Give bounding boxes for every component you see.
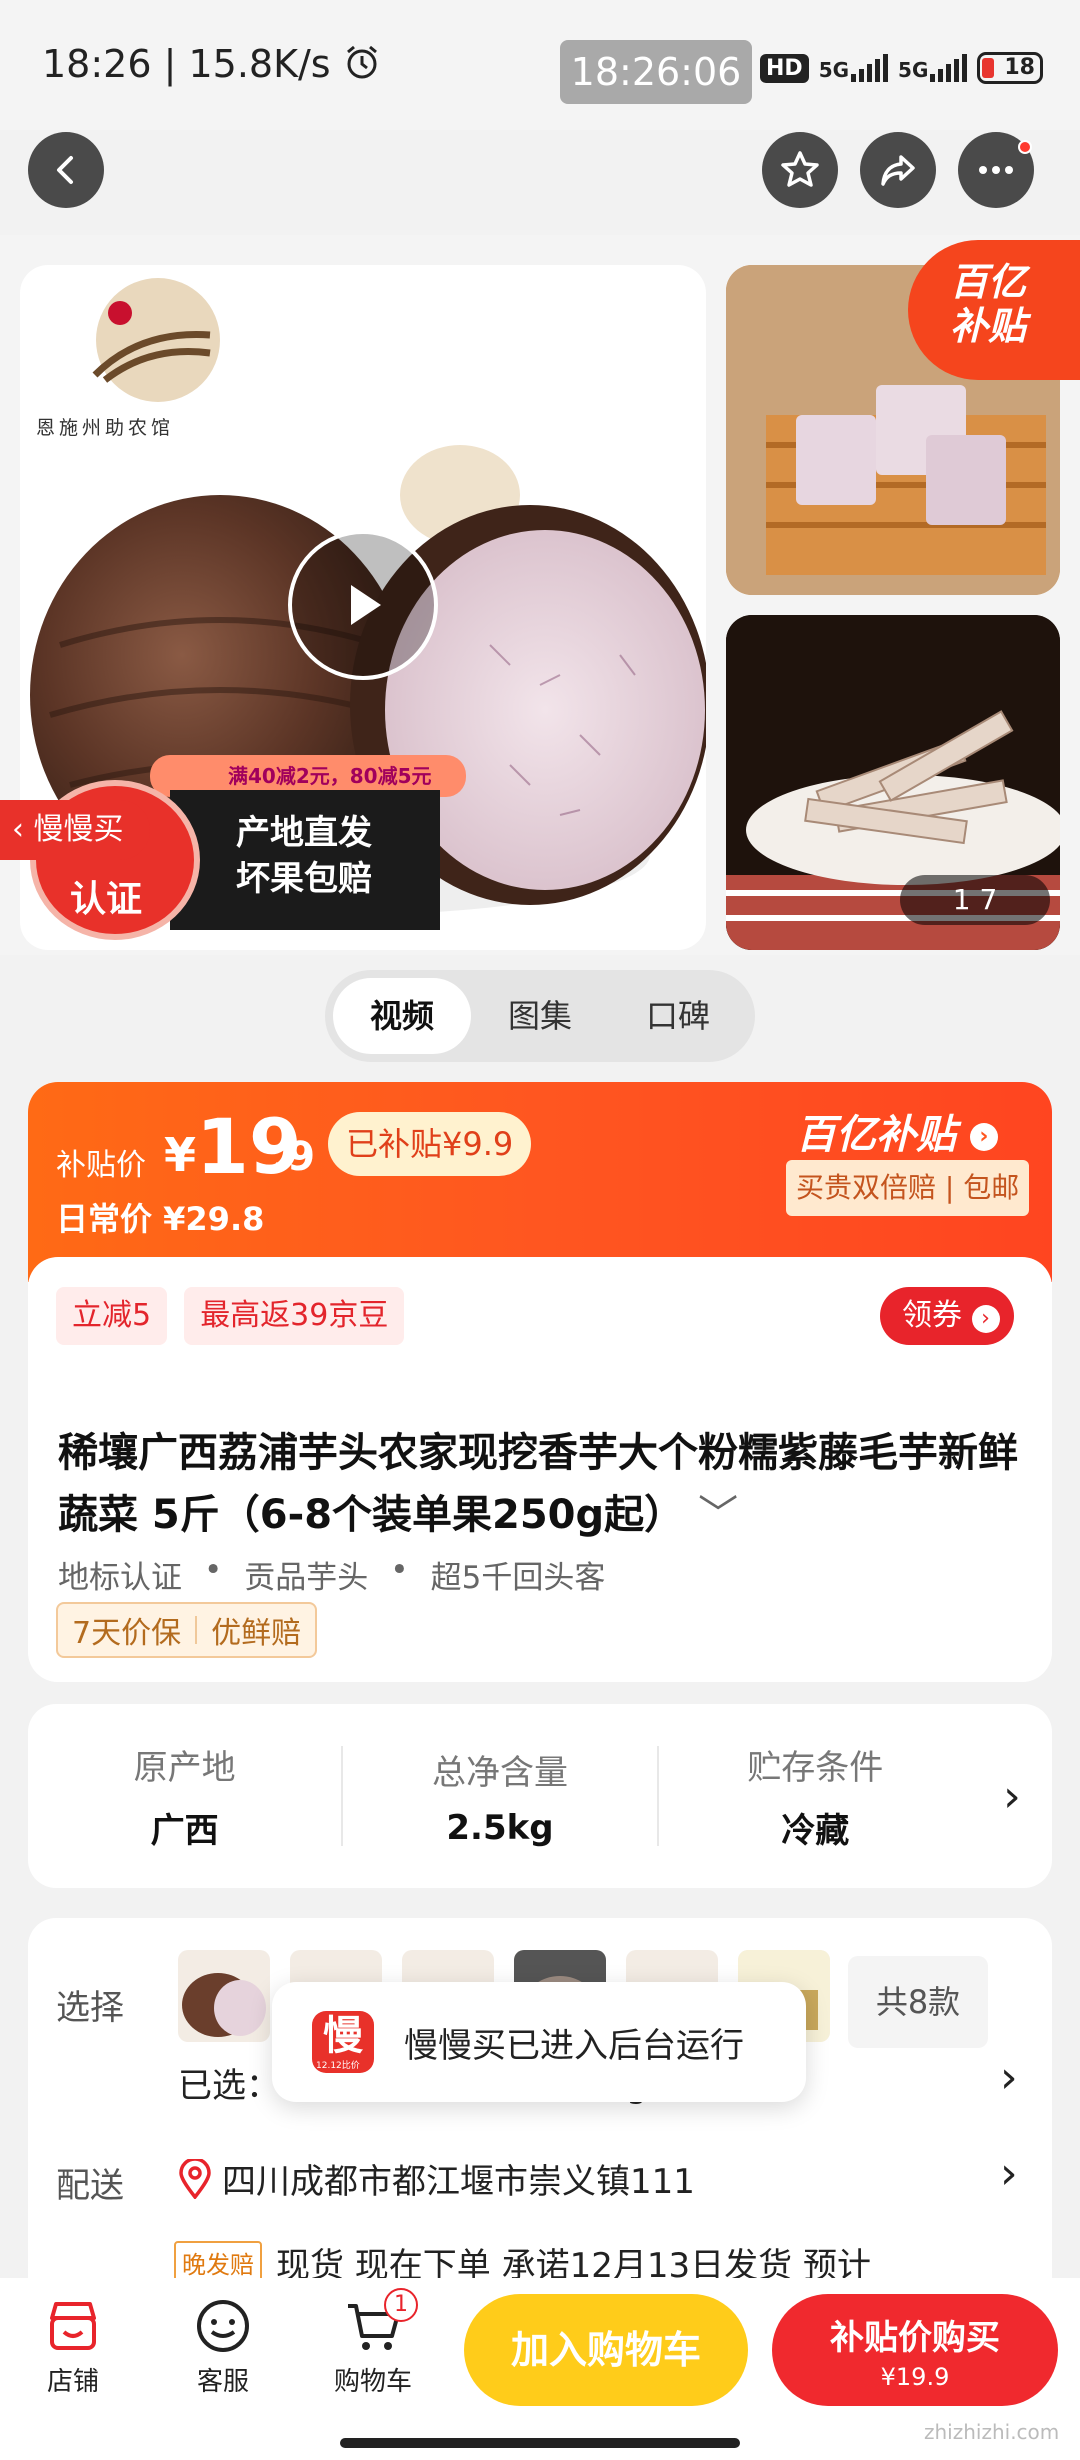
- background-toast: 慢 12.12比价 慢慢买已进入后台运行: [272, 1982, 806, 2102]
- spec-net-weight: 总净含量 2.5kg: [431, 1752, 568, 1848]
- guarantee-badge[interactable]: 7天价保 优鲜赔: [56, 1602, 318, 1658]
- status-indicators: HD 5G 5G 18: [760, 48, 1044, 88]
- tag-geo: 地标认证: [58, 1560, 182, 1596]
- chevron-right-icon: ›: [971, 1305, 1000, 1333]
- price-label: 补贴价: [56, 1148, 146, 1183]
- spec-storage: 贮存条件 冷藏: [747, 1748, 884, 1851]
- price-header: 补贴价 ¥ 19 .9 已补贴¥9.9 日常价 ¥29.8 百亿补贴 › 买贵双…: [28, 1082, 1052, 1282]
- brand-subsidy[interactable]: 百亿补贴 ›: [796, 1102, 998, 1160]
- shop-icon: [50, 2302, 96, 2350]
- buy-now-button[interactable]: 补贴价购买 ¥19.9: [772, 2294, 1058, 2406]
- select-card: 选择 共8款 已选：5斤（6-8个装单果250g起），1件 › 配送 四川成都市…: [28, 1918, 1052, 2298]
- play-button[interactable]: [288, 530, 438, 680]
- product-tags: 地标认证 • 贡品芋头 • 超5千回头客: [58, 1552, 606, 1596]
- brand-subline: 买贵双倍赔 | 包邮: [786, 1160, 1030, 1216]
- chevron-down-icon[interactable]: ﹀: [698, 1492, 738, 1538]
- tab-video[interactable]: 视频: [333, 978, 471, 1054]
- watermark: zhizhizhi.com: [924, 2420, 1060, 2444]
- signal-icon: 5G: [898, 54, 968, 82]
- image-counter: 1 7: [900, 875, 1050, 925]
- subsidized-amount: 已补贴¥9.9: [328, 1112, 532, 1176]
- media-tabs: 视频 图集 口碑: [325, 970, 755, 1062]
- service-button[interactable]: 客服: [168, 2298, 278, 2398]
- chevron-left-icon: [57, 156, 73, 184]
- delivery-label: 配送: [56, 2166, 124, 2206]
- tab-reviews[interactable]: 口碑: [609, 978, 747, 1054]
- favorite-button[interactable]: [762, 132, 838, 208]
- cart-button[interactable]: 购物车 1: [318, 2288, 428, 2398]
- shop-button[interactable]: 店铺: [18, 2298, 128, 2398]
- add-to-cart-button[interactable]: 加入购物车: [464, 2294, 748, 2406]
- star-icon: [781, 151, 819, 187]
- chevron-right-icon: ›: [1000, 2148, 1018, 2199]
- battery-icon: 18: [977, 52, 1044, 84]
- hd-badge: HD: [760, 53, 809, 83]
- variant-count[interactable]: 共8款: [848, 1956, 988, 2048]
- subsidy-badge: 百亿 补贴: [908, 240, 1080, 380]
- variant-thumb[interactable]: [178, 1950, 270, 2042]
- spec-card[interactable]: 原产地 广西 总净含量 2.5kg 贮存条件 冷藏 ›: [28, 1704, 1052, 1888]
- notification-dot: [1018, 140, 1032, 154]
- origin-tag: 产地直发 坏果包赔: [170, 790, 440, 930]
- chevron-right-icon: ›: [1000, 2052, 1018, 2103]
- share-icon: [881, 155, 915, 186]
- chevron-right-icon: ›: [969, 1123, 998, 1151]
- toast-text: 慢慢买已进入后台运行: [404, 2025, 744, 2066]
- status-time-speed: 18:26 | 15.8K/s: [42, 42, 381, 90]
- signal-icon: 5G: [819, 54, 889, 82]
- share-button[interactable]: [860, 132, 936, 208]
- slowbuy-app-icon: 慢 12.12比价: [312, 2011, 374, 2073]
- shop-logo-text: 恩施州助农馆: [36, 417, 175, 439]
- spec-origin: 原产地 广西: [133, 1748, 236, 1851]
- cart-count-badge: 1: [384, 2288, 418, 2322]
- play-icon: [351, 585, 381, 625]
- regular-price: 日常价 ¥29.8: [56, 1200, 265, 1238]
- alarm-icon: [343, 43, 381, 90]
- chevron-right-icon: ›: [1003, 1770, 1021, 1822]
- tab-gallery[interactable]: 图集: [471, 978, 609, 1054]
- chat-icon: [197, 2300, 249, 2352]
- more-icon: [979, 166, 1013, 174]
- location-pin-icon: [179, 2158, 211, 2199]
- chevron-left-icon: ‹: [12, 812, 34, 847]
- delivery-address[interactable]: 四川成都市都江堰市崇义镇111: [178, 2154, 695, 2203]
- slowbuy-label: ‹ 慢慢买: [0, 800, 150, 860]
- slowbuy-badge[interactable]: ‹ 慢慢买 认证: [0, 780, 200, 940]
- coupon-button[interactable]: 领券 ›: [880, 1287, 1014, 1345]
- jingdou-chip: 最高返39京豆: [184, 1287, 405, 1345]
- offer-chips: 立减5 最高返39京豆: [56, 1287, 405, 1345]
- home-indicator: [340, 2438, 740, 2448]
- select-label: 选择: [56, 1988, 124, 2028]
- product-title: 稀壤广西荔浦芋头农家现挖香芋大个粉糯紫藤毛芋新鲜蔬菜 5斤（6-8个装单果250…: [58, 1430, 1018, 1538]
- tag-repeat: 超5千回头客: [430, 1560, 606, 1596]
- clock-overlay: 18:26:06: [560, 40, 752, 104]
- back-button[interactable]: [28, 132, 104, 208]
- status-bar: 18:26 | 15.8K/s 18:26:06 HD 5G 5G 18: [0, 0, 1080, 130]
- discount-chip: 立减5: [56, 1287, 168, 1345]
- tag-tribute: 贡品芋头: [244, 1560, 369, 1596]
- price-card: 补贴价 ¥ 19 .9 已补贴¥9.9 日常价 ¥29.8 百亿补贴 › 买贵双…: [28, 1082, 1052, 1682]
